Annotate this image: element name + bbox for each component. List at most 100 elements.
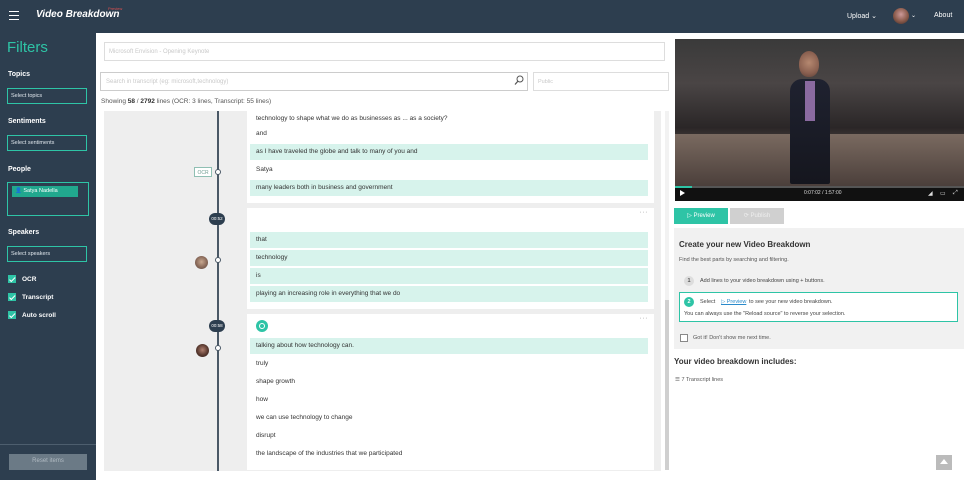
showing-suffix: lines (OCR: 3 lines, Transcript: 55 line… xyxy=(154,98,272,105)
video-speaker-shirt xyxy=(805,81,815,121)
got-it-label[interactable]: Got it! Don't show me next time. xyxy=(693,335,771,341)
chevron-down-icon: ⌄ xyxy=(871,13,878,20)
transcript-line[interactable]: that xyxy=(250,232,648,248)
transcript-line[interactable]: disrupt xyxy=(250,428,648,444)
user-avatar[interactable] xyxy=(893,8,909,24)
play-icon[interactable] xyxy=(680,190,685,196)
timestamp-badge[interactable]: 00:52 xyxy=(209,213,225,225)
transcript-line[interactable]: and xyxy=(250,126,648,142)
more-options-icon[interactable]: ··· xyxy=(640,315,649,322)
transcript-card: technology to shape what we do as busine… xyxy=(247,111,654,203)
lines-count-summary: Showing 58 / 2792 lines (OCR: 3 lines, T… xyxy=(101,98,271,105)
sentiments-select[interactable]: Select sentiments xyxy=(7,135,87,151)
timeline-dot xyxy=(215,257,221,263)
sentiment-icon xyxy=(256,320,268,332)
sentiments-label: Sentiments xyxy=(8,118,46,125)
step-1-number: 1 xyxy=(684,276,694,286)
filters-sidebar: Filters Topics Select topics Sentiments … xyxy=(0,33,96,480)
upload-menu[interactable]: Upload ⌄ xyxy=(847,12,877,20)
about-link[interactable]: About xyxy=(934,12,952,19)
speakers-label: Speakers xyxy=(8,229,40,236)
more-options-icon[interactable]: ··· xyxy=(640,209,649,216)
create-breakdown-subtitle: Find the best parts by searching and fil… xyxy=(679,257,789,263)
auto-scroll-checkbox-label: Auto scroll xyxy=(22,311,56,319)
filters-title: Filters xyxy=(7,39,48,56)
speakers-select[interactable]: Select speakers xyxy=(7,246,87,262)
transcript-card: ··· that technology is playing an increa… xyxy=(247,208,654,309)
captions-icon[interactable]: ▭ xyxy=(940,190,946,197)
showing-count: 58 xyxy=(127,98,135,105)
video-player[interactable] xyxy=(675,39,964,187)
step-2-text: Select xyxy=(700,299,716,305)
people-label: People xyxy=(8,166,31,173)
video-progress-fill xyxy=(675,186,692,188)
ocr-checkbox-label: OCR xyxy=(22,275,37,283)
people-chip-satya-nadella[interactable]: 👤 Satya Nadella xyxy=(12,186,78,197)
step-1-text: Add lines to your video breakdown using … xyxy=(700,278,825,284)
transcript-line[interactable]: talking about how technology can. xyxy=(250,338,648,354)
step-2-box xyxy=(679,292,958,322)
timeline-dot xyxy=(215,345,221,351)
sidebar-divider xyxy=(0,444,96,445)
create-breakdown-title: Create your new Video Breakdown xyxy=(679,240,811,249)
publish-button[interactable]: ⟳ Publish xyxy=(730,208,784,224)
preview-button[interactable]: ▷ Preview xyxy=(674,208,728,224)
reset-items-button[interactable]: Reset items xyxy=(9,454,87,470)
upload-label: Upload xyxy=(847,13,870,20)
transcript-search-input[interactable]: Search in transcript (eg: microsoft,tech… xyxy=(100,72,528,91)
volume-icon[interactable]: ◢ xyxy=(928,190,933,197)
transcript-line[interactable]: many leaders both in business and govern… xyxy=(250,180,648,196)
hamburger-menu-icon[interactable] xyxy=(9,11,19,20)
ocr-tag: OCR xyxy=(194,167,212,177)
auto-scroll-checkbox[interactable]: Auto scroll xyxy=(8,311,56,319)
transcript-line[interactable]: the landscape of the industries that we … xyxy=(250,446,648,462)
showing-total: 2792 xyxy=(140,98,155,105)
timestamp-badge[interactable]: 00:58 xyxy=(209,320,225,332)
checkbox-checked-icon xyxy=(8,275,16,283)
transcript-line[interactable]: Satya xyxy=(250,162,648,178)
people-select[interactable]: 👤 Satya Nadella xyxy=(7,182,89,216)
preview-badge: Preview xyxy=(108,6,123,11)
transcript-line[interactable]: shape growth xyxy=(250,374,648,390)
transcript-checkbox-label: Transcript xyxy=(22,293,54,301)
video-time: 0:07:02 / 1:57:00 xyxy=(804,190,842,196)
transcript-checkbox[interactable]: Transcript xyxy=(8,293,53,301)
ocr-checkbox[interactable]: OCR xyxy=(8,275,36,283)
step-2-number: 2 xyxy=(684,297,694,307)
people-chip-label: Satya Nadella xyxy=(23,188,58,194)
scroll-to-top-button[interactable] xyxy=(936,455,952,470)
video-speaker-head xyxy=(799,51,819,77)
transcript-line[interactable]: how xyxy=(250,392,648,408)
checkbox-checked-icon xyxy=(8,293,16,301)
transcript-line[interactable]: technology xyxy=(250,250,648,266)
fullscreen-icon[interactable]: ⤢ xyxy=(953,190,958,197)
transcript-card: ··· talking about how technology can. tr… xyxy=(247,314,654,470)
step-2-text-continued: to see your new video breakdown. xyxy=(749,299,833,305)
includes-title: Your video breakdown includes: xyxy=(674,357,797,366)
transcript-line[interactable]: is xyxy=(250,268,648,284)
breakdown-title-input[interactable]: Microsoft Envision - Opening Keynote xyxy=(104,42,665,61)
app-title[interactable]: Video Breakdown xyxy=(36,9,120,20)
privacy-select[interactable]: Public xyxy=(533,72,669,91)
timeline-line xyxy=(217,111,219,471)
checkbox-checked-icon xyxy=(8,311,16,319)
transcript-line[interactable]: as I have traveled the globe and talk to… xyxy=(250,144,648,160)
step-2-note: You can always use the "Reload source" t… xyxy=(684,311,846,317)
speaker-avatar xyxy=(195,256,208,269)
includes-transcript-lines: ☰ 7 Transcript lines xyxy=(675,377,724,383)
showing-prefix: Showing xyxy=(101,98,128,105)
transcript-line[interactable]: technology to shape what we do as busine… xyxy=(250,111,648,127)
topics-label: Topics xyxy=(8,71,31,78)
top-bar: Video Breakdown Preview Upload ⌄ ⌄ About xyxy=(0,0,964,33)
transcript-line[interactable]: playing an increasing role in everything… xyxy=(250,286,648,302)
preview-link[interactable]: ▷ Preview xyxy=(721,299,746,305)
chevron-down-icon[interactable]: ⌄ xyxy=(911,12,916,19)
topics-select[interactable]: Select topics xyxy=(7,88,87,104)
transcript-line[interactable]: we can use technology to change xyxy=(250,410,648,426)
speaker-avatar xyxy=(196,344,209,357)
transcript-line[interactable]: truly xyxy=(250,356,648,372)
got-it-checkbox[interactable] xyxy=(680,334,688,342)
video-progress-track[interactable] xyxy=(675,186,964,188)
timeline-dot xyxy=(215,169,221,175)
search-icon[interactable] xyxy=(514,75,524,86)
